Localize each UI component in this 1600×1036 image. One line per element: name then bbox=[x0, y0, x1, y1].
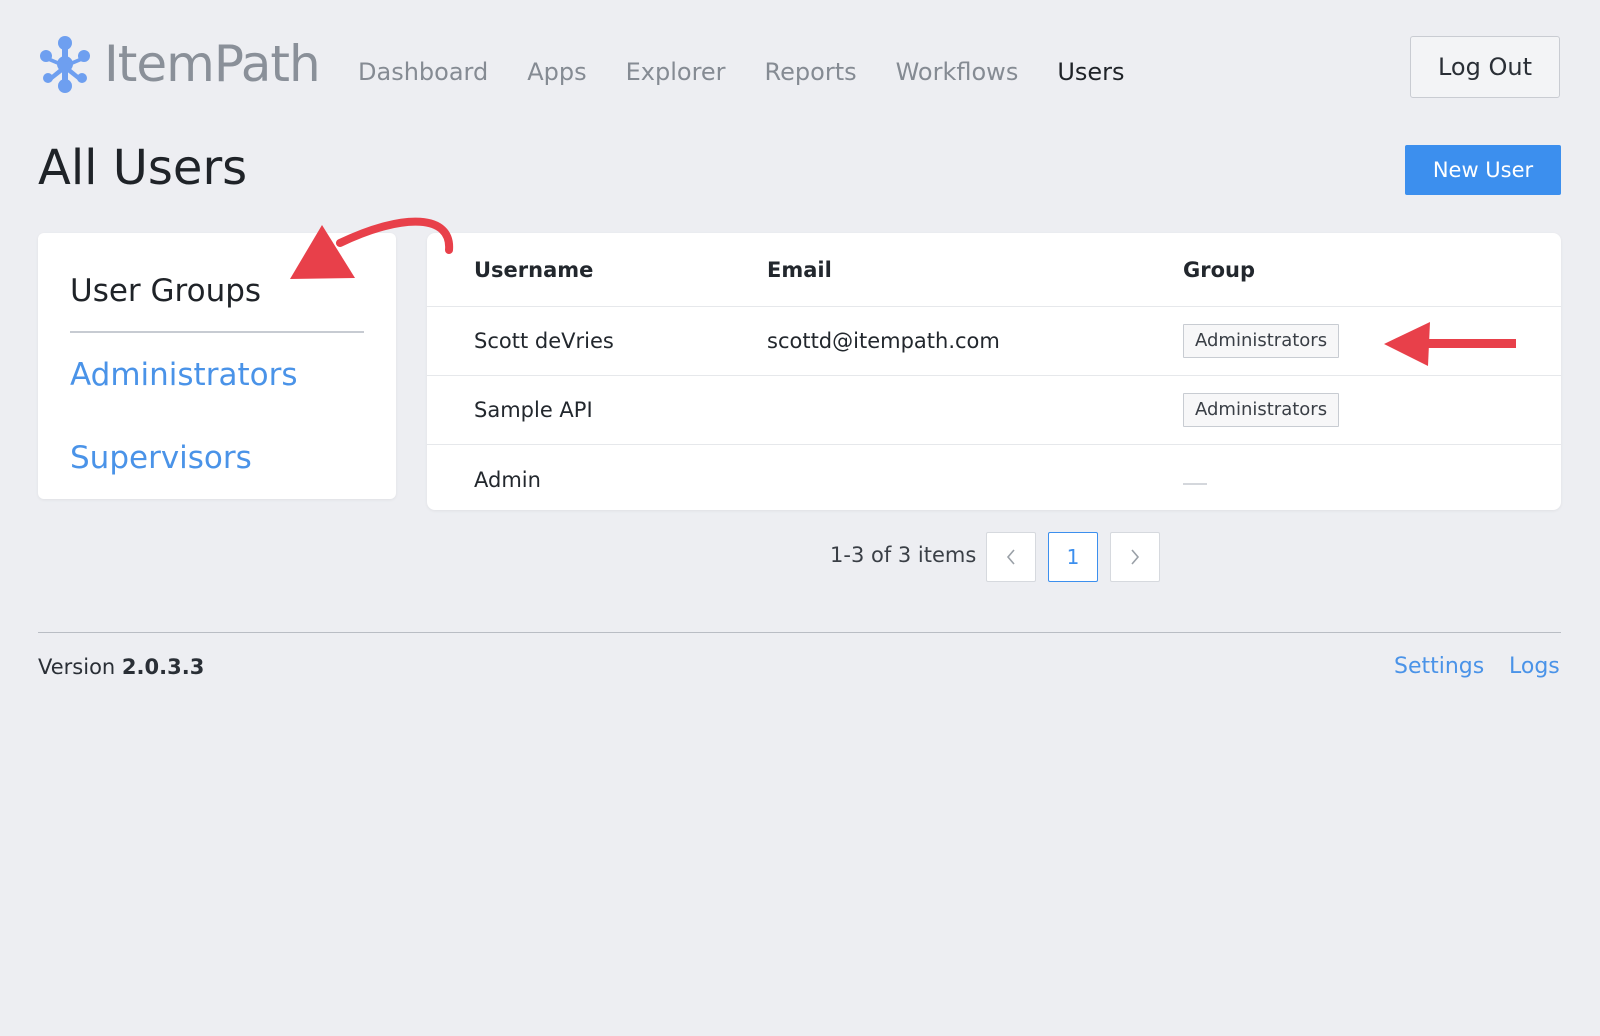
username-cell[interactable]: Sample API bbox=[474, 376, 593, 444]
footer-divider bbox=[38, 632, 1561, 633]
chevron-right-icon bbox=[1131, 549, 1140, 565]
empty-group-dash bbox=[1183, 482, 1207, 485]
new-user-button[interactable]: New User bbox=[1405, 145, 1561, 195]
column-header-email[interactable]: Email bbox=[767, 233, 832, 306]
version-label: Version bbox=[38, 655, 116, 679]
table-row[interactable]: Scott deVries scottd@itempath.com Admini… bbox=[427, 307, 1561, 376]
group-cell: Administrators bbox=[1183, 307, 1340, 375]
main-nav: Dashboard Apps Explorer Reports Workflow… bbox=[358, 52, 1164, 92]
group-badge: Administrators bbox=[1183, 393, 1340, 427]
table-row[interactable]: Sample API Administrators bbox=[427, 376, 1561, 445]
column-header-group[interactable]: Group bbox=[1183, 233, 1255, 306]
pagination-page-1[interactable]: 1 bbox=[1048, 532, 1098, 582]
pagination-summary: 1-3 of 3 items bbox=[830, 543, 977, 567]
users-table: Username Email Group Scott deVries scott… bbox=[427, 233, 1561, 510]
group-cell: Administrators bbox=[1183, 376, 1340, 444]
version-number: 2.0.3.3 bbox=[121, 655, 205, 679]
settings-link[interactable]: Settings bbox=[1394, 652, 1484, 682]
chevron-left-icon bbox=[1006, 549, 1015, 565]
pagination-prev-button[interactable] bbox=[986, 532, 1036, 582]
table-header-row: Username Email Group bbox=[427, 233, 1561, 307]
nav-explorer[interactable]: Explorer bbox=[626, 52, 726, 92]
version-info: Version 2.0.3.3 bbox=[38, 652, 204, 682]
nav-reports[interactable]: Reports bbox=[765, 52, 857, 92]
nav-dashboard[interactable]: Dashboard bbox=[358, 52, 488, 92]
nav-workflows[interactable]: Workflows bbox=[896, 52, 1019, 92]
group-cell bbox=[1183, 445, 1207, 514]
itempath-logo-icon bbox=[40, 36, 90, 93]
brand-logo[interactable]: ItemPath bbox=[38, 34, 321, 94]
top-header: ItemPath Dashboard Apps Explorer Reports… bbox=[0, 0, 1600, 130]
group-link-administrators[interactable]: Administrators bbox=[70, 353, 297, 397]
logs-link[interactable]: Logs bbox=[1509, 652, 1560, 682]
user-groups-panel: User Groups Administrators Supervisors bbox=[38, 233, 396, 499]
brand-name: ItemPath bbox=[104, 35, 321, 93]
pagination-next-button[interactable] bbox=[1110, 532, 1160, 582]
username-cell[interactable]: Admin bbox=[474, 445, 541, 514]
page-title: All Users bbox=[38, 140, 248, 196]
email-cell: scottd@itempath.com bbox=[767, 329, 1000, 353]
username-cell[interactable]: Scott deVries bbox=[474, 307, 614, 375]
nav-users[interactable]: Users bbox=[1057, 52, 1124, 92]
nav-apps[interactable]: Apps bbox=[527, 52, 586, 92]
column-header-username[interactable]: Username bbox=[474, 233, 593, 306]
group-link-supervisors[interactable]: Supervisors bbox=[70, 436, 252, 480]
logout-button[interactable]: Log Out bbox=[1410, 36, 1560, 98]
table-row[interactable]: Admin bbox=[427, 445, 1561, 514]
user-groups-heading: User Groups bbox=[70, 273, 262, 309]
divider bbox=[70, 331, 364, 333]
group-badge: Administrators bbox=[1183, 324, 1340, 358]
